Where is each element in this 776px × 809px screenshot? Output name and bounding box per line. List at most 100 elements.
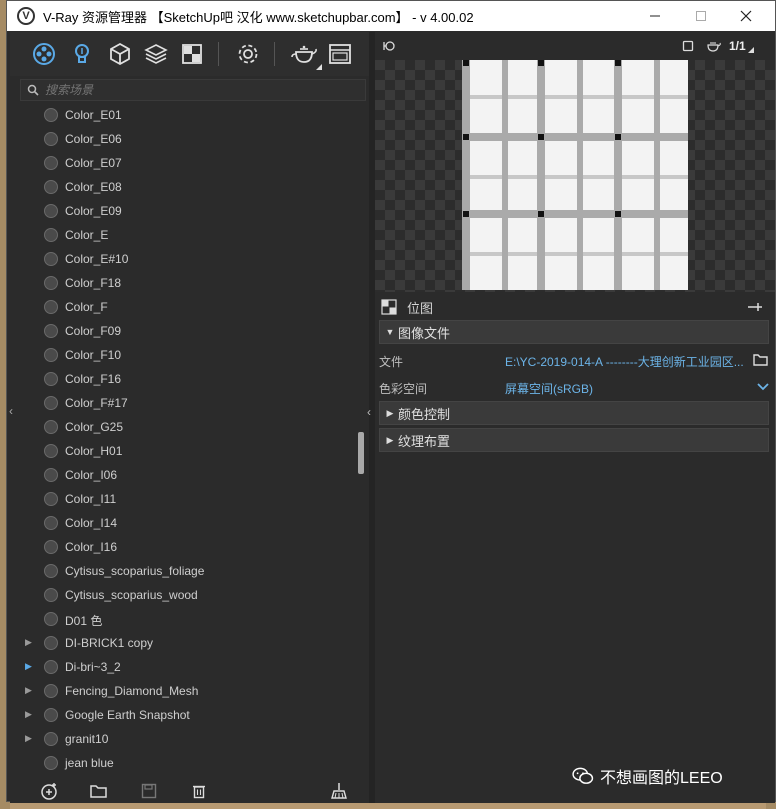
list-item[interactable]: Color_E01 <box>20 103 360 127</box>
list-item-label: Color_F#17 <box>65 396 128 410</box>
list-item-label: Cytisus_scoparius_foliage <box>65 564 205 578</box>
expand-arrow-icon[interactable]: ▶ <box>25 661 33 673</box>
material-swatch-icon <box>44 660 58 674</box>
material-swatch-icon <box>44 756 58 770</box>
save-icon[interactable] <box>140 782 158 800</box>
list-item[interactable]: Color_E06 <box>20 127 360 151</box>
pin-icon[interactable] <box>747 302 763 312</box>
middle-collapse-arrow-icon[interactable]: ‹ <box>363 405 375 429</box>
collapsed-triangle-icon: ▶ <box>386 407 394 418</box>
left-collapse-arrow-icon[interactable]: ‹ <box>9 404 19 428</box>
list-item[interactable]: D01 色 <box>20 607 360 631</box>
material-swatch-icon <box>44 252 58 266</box>
list-item[interactable]: Cytisus_scoparius_wood <box>20 583 360 607</box>
search-bar[interactable] <box>20 79 366 101</box>
grout-knot <box>463 134 469 140</box>
list-item[interactable]: Color_G25 <box>20 415 360 439</box>
list-item[interactable]: Color_I06 <box>20 463 360 487</box>
expand-arrow-icon[interactable]: ▶ <box>25 637 33 649</box>
file-label: 文件 <box>379 355 404 369</box>
grout-knot <box>538 211 544 217</box>
material-swatch-icon <box>44 612 58 626</box>
open-file-icon[interactable] <box>90 782 108 800</box>
list-item[interactable]: Color_H01 <box>20 439 360 463</box>
section-image-file[interactable]: ▼ 图像文件 <box>379 320 769 344</box>
expand-arrow-icon[interactable]: ▶ <box>25 709 33 721</box>
list-item[interactable]: Color_E07 <box>20 151 360 175</box>
list-item[interactable]: Color_F#17 <box>20 391 360 415</box>
list-item[interactable]: Color_E08 <box>20 175 360 199</box>
list-item-label: Color_G25 <box>65 420 124 434</box>
list-item[interactable]: Color_E <box>20 223 360 247</box>
list-item[interactable]: Color_I14 <box>20 511 360 535</box>
material-swatch-icon <box>44 396 58 410</box>
list-item-label: Color_F10 <box>65 348 122 362</box>
list-item[interactable]: Color_I11 <box>20 487 360 511</box>
list-item[interactable]: jean blue <box>20 751 360 775</box>
teapot-icon[interactable] <box>705 38 721 54</box>
list-item-label: Color_I16 <box>65 540 118 554</box>
grout-knot <box>538 134 544 140</box>
add-material-icon[interactable] <box>40 782 58 800</box>
geometry-icon[interactable] <box>106 40 134 68</box>
asset-list-panel: ‹ Color_E01Color_E06Color_E07Color_E08Co… <box>9 32 369 803</box>
grout-knot <box>463 211 469 217</box>
close-button[interactable] <box>723 1 769 31</box>
list-item[interactable]: Color_F09 <box>20 319 360 343</box>
list-item[interactable]: Color_E09 <box>20 199 360 223</box>
list-item[interactable]: ▶ granit10 <box>20 727 360 751</box>
list-item[interactable]: Color_I16 <box>20 535 360 559</box>
material-swatch-icon <box>44 132 58 146</box>
material-swatch-icon <box>44 564 58 578</box>
section-texture-placement[interactable]: ▶ 纹理布置 <box>379 428 769 452</box>
layers-icon[interactable] <box>142 40 170 68</box>
list-item[interactable]: ▶ Google Earth Snapshot <box>20 703 360 727</box>
section-label: 图像文件 <box>398 325 451 341</box>
section-color-control[interactable]: ▶ 颜色控制 <box>379 401 769 425</box>
list-scrollbar-thumb[interactable] <box>358 432 364 474</box>
list-item[interactable]: Color_F <box>20 295 360 319</box>
list-item[interactable]: Cytisus_scoparius_foliage <box>20 559 360 583</box>
material-swatch-icon <box>44 348 58 362</box>
material-swatch-icon <box>44 372 58 386</box>
color-space-select[interactable]: 屏幕空间(sRGB) <box>505 380 593 397</box>
material-swatch-icon <box>44 228 58 242</box>
file-path-value[interactable]: E:\YC-2019-014-A --------大理创新工业园区... <box>505 353 744 370</box>
materials-icon[interactable] <box>30 40 58 68</box>
minimize-button[interactable] <box>632 1 678 31</box>
material-swatch-icon <box>44 468 58 482</box>
purge-icon[interactable] <box>330 782 348 800</box>
list-item[interactable]: Color_F18 <box>20 271 360 295</box>
expand-arrow-icon[interactable]: ▶ <box>25 733 33 745</box>
list-item[interactable]: ▶ Di-bri~3_2 <box>20 655 360 679</box>
list-item[interactable]: Color_F16 <box>20 367 360 391</box>
search-input[interactable] <box>45 83 345 97</box>
list-item-label: Color_E <box>65 228 109 242</box>
bitmap-icon <box>381 299 397 315</box>
minimize-icon <box>650 15 660 17</box>
page-indicator-icon[interactable]: 1/1 <box>729 38 754 54</box>
list-item[interactable]: ▶ Fencing_Diamond_Mesh <box>20 679 360 703</box>
lights-icon[interactable] <box>68 40 96 68</box>
delete-icon[interactable] <box>190 782 208 800</box>
section-label: 纹理布置 <box>398 433 451 449</box>
folder-open-icon[interactable] <box>753 353 769 367</box>
settings-icon[interactable] <box>234 40 262 68</box>
expand-arrow-icon[interactable]: ▶ <box>25 685 33 697</box>
list-item[interactable]: Color_F10 <box>20 343 360 367</box>
close-icon <box>740 10 752 22</box>
preview-mode-icon[interactable] <box>383 38 397 54</box>
render-teapot-icon[interactable] <box>290 40 322 70</box>
textures-icon[interactable] <box>178 40 206 68</box>
list-item-label: Color_F16 <box>65 372 122 386</box>
frame-buffer-icon[interactable] <box>326 40 354 68</box>
list-item[interactable]: ▶ DI-BRICK1 copy <box>20 631 360 655</box>
grout-line <box>462 175 688 179</box>
maximize-button[interactable] <box>678 1 724 31</box>
watermark: 不想画图的LEEO <box>572 765 723 787</box>
list-item[interactable]: Color_E#10 <box>20 247 360 271</box>
asset-properties-panel: 1/1 位图 ▼ 图像文件 文件 E:\YC-2019-014-A ------… <box>375 32 775 803</box>
preview-shape-icon[interactable] <box>682 38 694 54</box>
list-item-label: Color_F09 <box>65 324 122 338</box>
chevron-down-icon[interactable] <box>757 383 769 391</box>
